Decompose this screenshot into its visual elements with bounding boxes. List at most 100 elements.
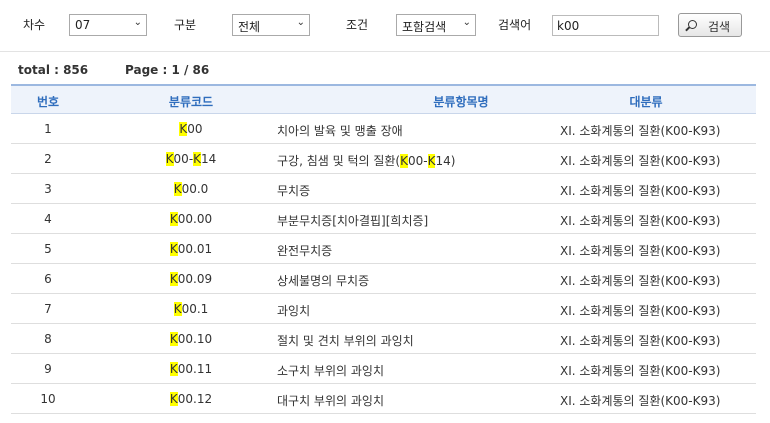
- page-indicator: Page : 1 / 86: [125, 63, 210, 77]
- table-row[interactable]: 2 K00-K14 구강, 침샘 및 턱의 질환(K00-K14) ⅩⅠ. 소화계통의…: [11, 144, 756, 174]
- item-name-link[interactable]: 부분무치증[치아결핍][희치증]: [277, 212, 428, 229]
- code-highlight: K: [169, 332, 178, 346]
- table-row[interactable]: 8 K00.10 절치 및 견치 부위의 과잉치 ⅩⅠ. 소화계통의 질환(K00-K…: [11, 324, 756, 354]
- row-number: 8: [44, 332, 52, 346]
- code-highlight: K: [173, 302, 182, 316]
- major-category: ⅩⅠ. 소화계통의 질환(K00-K93): [560, 364, 721, 378]
- code-highlight: K: [169, 212, 178, 226]
- chevron-down-icon: ⌄: [296, 17, 305, 28]
- table-row[interactable]: 4 K00.00 부분무치증[치아결핍][희치증] ⅩⅠ. 소화계통의 질환(K00-…: [11, 204, 756, 234]
- table-row[interactable]: 3 K00.0 무치증 ⅩⅠ. 소화계통의 질환(K00-K93): [11, 174, 756, 204]
- code-text: 00.0: [181, 182, 209, 196]
- name-text: 완전무치증: [277, 244, 333, 258]
- code-text: 00: [187, 122, 203, 136]
- table-row[interactable]: 10 K00.12 대구치 부위의 과잉치 ⅩⅠ. 소화계통의 질환(K00-K93): [11, 384, 756, 414]
- major-category: ⅩⅠ. 소화계통의 질환(K00-K93): [560, 304, 721, 318]
- name-text: 구강, 침샘 및 턱의 질환(: [277, 154, 401, 168]
- major-category: ⅩⅠ. 소화계통의 질환(K00-K93): [560, 184, 721, 198]
- item-name-link[interactable]: 소구치 부위의 과잉치: [277, 362, 384, 379]
- name-text: 부분무치증[치아결핍][희치증]: [277, 214, 429, 228]
- name-text: 소구치 부위의 과잉치: [277, 364, 384, 378]
- major-category: ⅩⅠ. 소화계통의 질환(K00-K93): [560, 334, 721, 348]
- name-text: 무치증: [277, 184, 311, 198]
- major-category: ⅩⅠ. 소화계통의 질환(K00-K93): [560, 124, 721, 138]
- table-row[interactable]: 7 K00.1 과잉치 ⅩⅠ. 소화계통의 질환(K00-K93): [11, 294, 756, 324]
- header-code: 분류코드: [168, 95, 214, 109]
- major-category: ⅩⅠ. 소화계통의 질환(K00-K93): [560, 214, 721, 228]
- classification-code-link[interactable]: K00.0: [101, 182, 281, 196]
- item-name-link[interactable]: 절치 및 견치 부위의 과잉치: [277, 332, 414, 349]
- chevron-down-icon: ⌄: [462, 17, 471, 28]
- type-label: 구분: [174, 18, 197, 32]
- name-text: 대구치 부위의 과잉치: [277, 394, 384, 408]
- row-number: 3: [44, 182, 52, 196]
- type-select[interactable]: 전체 ⌄: [232, 14, 310, 36]
- classification-code-link[interactable]: K00.01: [101, 242, 281, 256]
- table-row[interactable]: 6 K00.09 상세불명의 무치증 ⅩⅠ. 소화계통의 질환(K00-K93): [11, 264, 756, 294]
- table-row[interactable]: 1 K00 치아의 발육 및 맹출 장애 ⅩⅠ. 소화계통의 질환(K00-K93): [11, 114, 756, 144]
- item-name-link[interactable]: 대구치 부위의 과잉치: [277, 392, 384, 409]
- classification-code-link[interactable]: K00.00: [101, 212, 281, 226]
- classification-code-link[interactable]: K00.11: [101, 362, 281, 376]
- major-category: ⅩⅠ. 소화계통의 질환(K00-K93): [560, 394, 721, 408]
- item-name-link[interactable]: 상세불명의 무치증: [277, 272, 369, 289]
- classification-code-link[interactable]: K00.12: [101, 392, 281, 406]
- code-text: 00.09: [177, 272, 213, 286]
- code-highlight: K: [169, 272, 178, 286]
- condition-select[interactable]: 포함검색 ⌄: [396, 14, 476, 36]
- total-count: total : 856: [18, 63, 89, 77]
- header-category: 대분류: [629, 95, 663, 109]
- code-text: 00.1: [181, 302, 209, 316]
- code-text: 00.10: [177, 332, 213, 346]
- name-text: 치아의 발육 및 맹출 장애: [277, 124, 403, 138]
- search-button-label: 검색: [708, 20, 731, 34]
- item-name-link[interactable]: 과잉치: [277, 302, 310, 319]
- classification-code-link[interactable]: K00.10: [101, 332, 281, 346]
- code-highlight: K: [169, 242, 178, 256]
- item-name-link[interactable]: 구강, 침샘 및 턱의 질환(K00-K14): [277, 152, 455, 169]
- row-number: 9: [44, 362, 52, 376]
- code-text: 00.11: [177, 362, 213, 376]
- classification-code-link[interactable]: K00.1: [101, 302, 281, 316]
- name-highlight: K: [400, 154, 408, 168]
- row-number: 6: [44, 272, 52, 286]
- header-name: 분류항목명: [433, 95, 489, 109]
- code-text: 14: [201, 152, 217, 166]
- name-text: 절치 및 견치 부위의 과잉치: [277, 334, 414, 348]
- search-icon: [688, 20, 697, 29]
- code-highlight: K: [173, 182, 182, 196]
- name-text: 상세불명의 무치증: [277, 274, 370, 288]
- name-text: 00-: [408, 154, 428, 168]
- code-text: 00.00: [177, 212, 213, 226]
- major-category: ⅩⅠ. 소화계통의 질환(K00-K93): [560, 244, 721, 258]
- item-name-link[interactable]: 완전무치증: [277, 242, 332, 259]
- search-button[interactable]: 검색: [678, 13, 742, 37]
- condition-label: 조건: [346, 18, 369, 32]
- item-name-link[interactable]: 치아의 발육 및 맹출 장애: [277, 122, 403, 139]
- row-number: 10: [40, 392, 56, 406]
- name-text: 과잉치: [277, 304, 311, 318]
- classification-code-link[interactable]: K00-K14: [101, 152, 281, 166]
- code-text: 00.12: [177, 392, 213, 406]
- code-highlight: K: [193, 152, 202, 166]
- table-row[interactable]: 9 K00.11 소구치 부위의 과잉치 ⅩⅠ. 소화계통의 질환(K00-K93): [11, 354, 756, 384]
- row-number: 7: [44, 302, 52, 316]
- type-select-value: 전체: [238, 20, 261, 34]
- classification-code-link[interactable]: K00.09: [101, 272, 281, 286]
- row-number: 2: [44, 152, 52, 166]
- table-row[interactable]: 5 K00.01 완전무치증 ⅩⅠ. 소화계통의 질환(K00-K93): [11, 234, 756, 264]
- code-text: 00.01: [177, 242, 213, 256]
- item-name-link[interactable]: 무치증: [277, 182, 310, 199]
- table-header: 번호 분류코드 분류항목명 대분류: [11, 84, 756, 114]
- row-number: 4: [44, 212, 52, 226]
- row-number: 5: [44, 242, 52, 256]
- condition-select-value: 포함검색: [402, 20, 447, 34]
- name-text: 14): [435, 154, 456, 168]
- round-select[interactable]: 07 ⌄: [69, 14, 147, 36]
- header-number: 번호: [36, 95, 60, 109]
- round-label: 차수: [23, 18, 46, 32]
- classification-code-link[interactable]: K00: [101, 122, 281, 136]
- row-number: 1: [44, 122, 52, 136]
- round-select-value: 07: [75, 18, 91, 32]
- keyword-input[interactable]: k00: [552, 15, 659, 36]
